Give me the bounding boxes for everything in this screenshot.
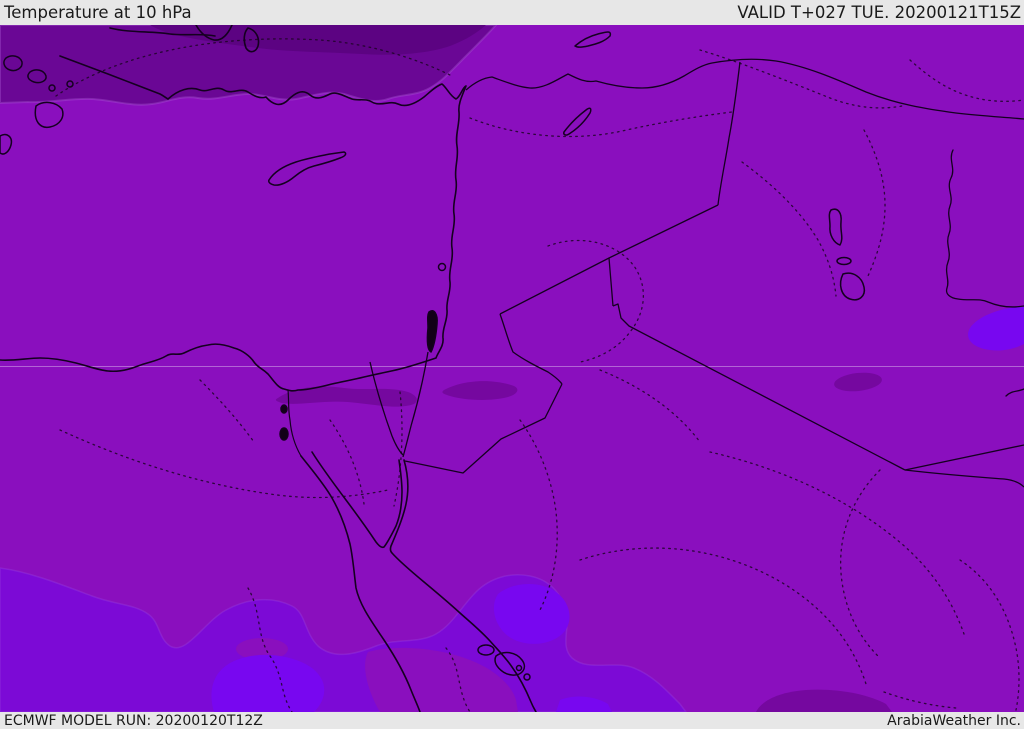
page-title: Temperature at 10 hPa bbox=[4, 3, 192, 22]
brand-label: ArabiaWeather Inc. bbox=[887, 712, 1021, 729]
valid-time-label: VALID T+027 TUE. 20200121T15Z bbox=[737, 3, 1021, 22]
weather-map-screenshot: Temperature at 10 hPa VALID T+027 TUE. 2… bbox=[0, 0, 1024, 729]
header-bar: Temperature at 10 hPa VALID T+027 TUE. 2… bbox=[0, 0, 1024, 25]
temperature-map bbox=[0, 25, 1024, 712]
footer-bar: ECMWF MODEL RUN: 20200120T12Z ArabiaWeat… bbox=[0, 712, 1024, 729]
model-run-label: ECMWF MODEL RUN: 20200120T12Z bbox=[4, 712, 263, 729]
